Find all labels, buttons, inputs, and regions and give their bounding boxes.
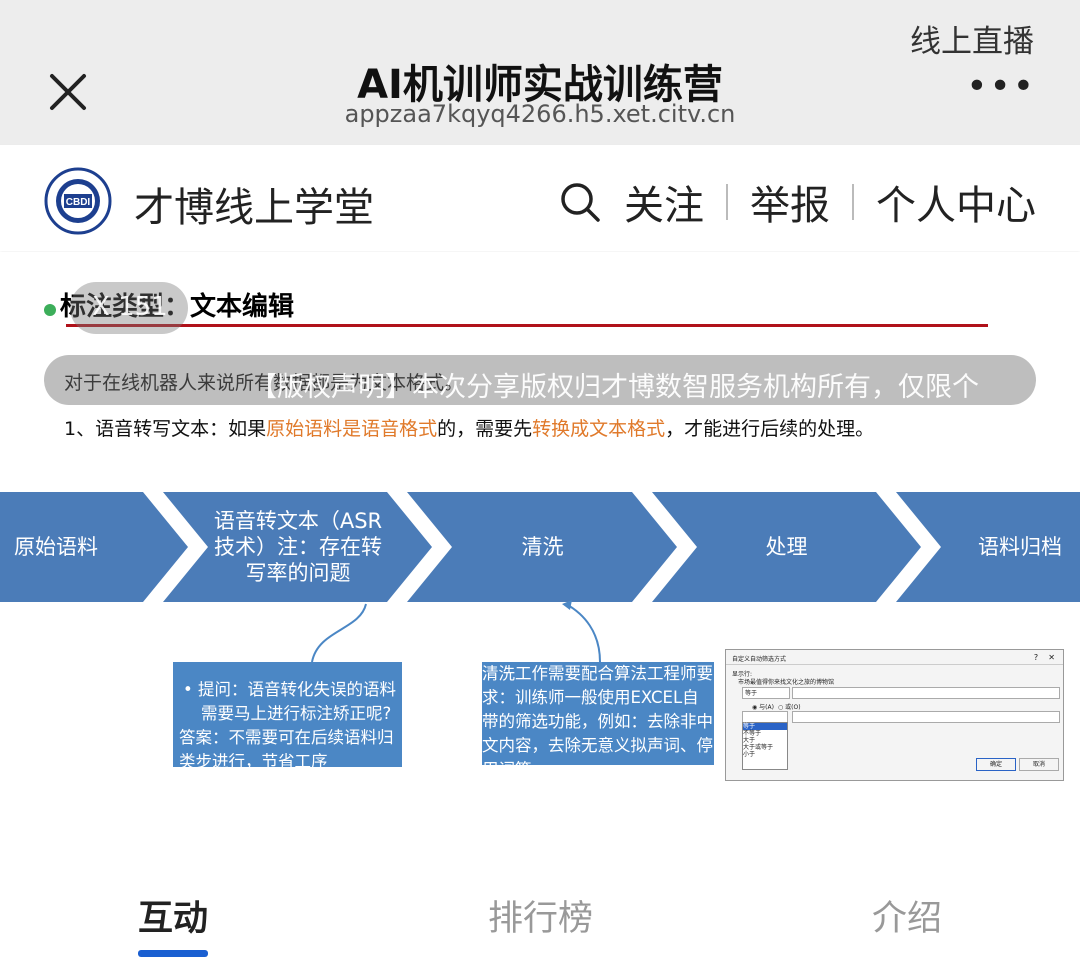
- dialog-title: 自定义自动筛选方式: [732, 656, 787, 663]
- active-tab-indicator: [138, 950, 208, 957]
- dialog-ok-button: 确定: [976, 758, 1016, 771]
- site-name: 才博线上学堂: [134, 185, 374, 231]
- bottom-tab-bar: 互动 排行榜 介绍: [0, 856, 1080, 957]
- dialog-value-input-2: [792, 711, 1060, 723]
- radio-label: 与(A): [759, 704, 774, 711]
- divider: [726, 184, 728, 220]
- radio-label: 或(O): [785, 704, 801, 711]
- dropdown-option: 大于或等于: [743, 744, 774, 751]
- callout-bullet: • 提问：语音转化失误的语料需要马上进行标注矫正呢?: [183, 680, 396, 723]
- cbdi-logo: CBDI: [44, 167, 112, 235]
- dialog-radio-or: ○ 或(O): [778, 704, 801, 711]
- site-nav: 关注 举报 个人中心: [558, 173, 1036, 231]
- dialog-dropdown-list: 等于 不等于 大于 大于或等于 小于: [742, 722, 788, 770]
- presentation-slide[interactable]: 标注类型：文本编辑 X 151 对于在线机器人来说所有数据都是为文本格式。 【版…: [0, 252, 1080, 812]
- dropdown-option: 等于: [743, 723, 787, 730]
- dropdown-option: 小于: [743, 751, 756, 758]
- question-callout: • 提问：语音转化失误的语料需要马上进行标注矫正呢? 答案：不需要可在后续语料归…: [173, 662, 402, 767]
- dialog-close-icon: ? ✕: [1033, 653, 1055, 662]
- more-menu-icon[interactable]: •••: [966, 66, 1036, 107]
- follow-link[interactable]: 关注: [624, 173, 704, 231]
- svg-text:CBDI: CBDI: [66, 197, 91, 208]
- excel-filter-dialog-thumbnail: 自定义自动筛选方式 ? ✕ 显示行: 市场最值得你来找文化之旅的博物馆 等于 ◉…: [725, 649, 1064, 781]
- dialog-radio-and: ◉ 与(A): [752, 704, 774, 711]
- dialog-divider: [726, 664, 1063, 665]
- dialog-operator-select: 等于: [742, 687, 790, 699]
- callout-answer-text: 答案：不需要可在后续语料归类步进行，节省工序: [179, 728, 394, 767]
- tab-interact[interactable]: 互动: [138, 890, 208, 941]
- site-header: CBDI 才博线上学堂 关注 举报 个人中心: [0, 145, 1080, 251]
- live-broadcast-label[interactable]: 线上直播: [910, 16, 1034, 61]
- dialog-cancel-button: 取消: [1019, 758, 1059, 771]
- page-url: appzaa7kqyq4266.h5.xet.citv.cn: [344, 100, 736, 128]
- search-icon[interactable]: [558, 180, 602, 224]
- report-link[interactable]: 举报: [750, 173, 830, 231]
- top-navigation-bar: AI机训师实战训练营 appzaa7kqyq4266.h5.xet.citv.c…: [0, 0, 1080, 145]
- tab-intro[interactable]: 介绍: [872, 890, 942, 941]
- dropdown-option: 大于: [743, 737, 756, 744]
- callout-question-text: 提问：语音转化失误的语料需要马上进行标注矫正呢?: [197, 680, 396, 723]
- dialog-field-name: 市场最值得你来找文化之旅的博物馆: [738, 679, 835, 686]
- callout-cleaning-text: 清洗工作需要配合算法工程师要求：训练师一般使用EXCEL自带的筛选功能，例如：去…: [482, 664, 713, 765]
- dropdown-option: 不等于: [743, 730, 762, 737]
- divider: [852, 184, 854, 220]
- cleaning-callout: 清洗工作需要配合算法工程师要求：训练师一般使用EXCEL自带的筛选功能，例如：去…: [482, 662, 714, 765]
- tab-ranking[interactable]: 排行榜: [488, 890, 593, 941]
- dialog-value-input: [792, 687, 1060, 699]
- profile-link[interactable]: 个人中心: [876, 173, 1036, 231]
